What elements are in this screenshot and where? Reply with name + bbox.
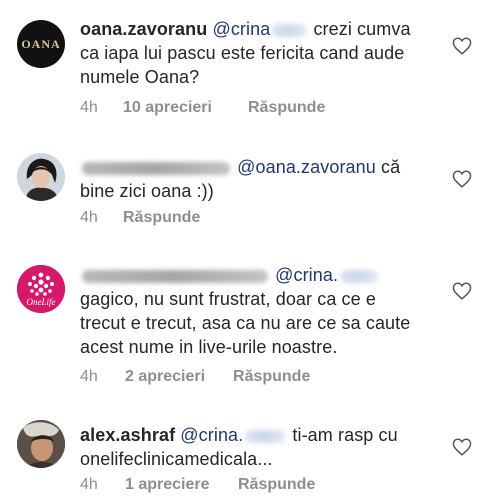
comment-text: alex.ashraf @crina. ti-am rasp cu onelif… — [80, 423, 440, 471]
avatar[interactable]: OneLife — [17, 265, 65, 313]
redacted-blur — [245, 429, 286, 443]
comment-body: gagico, nu sunt frustrat, doar ca ce e — [80, 289, 376, 309]
comment-body: trecut e trecut, asa ca nu are ce sa cau… — [80, 313, 411, 333]
heart-icon[interactable] — [452, 170, 472, 188]
comment-time: 4h — [80, 368, 98, 385]
avatar[interactable] — [17, 153, 65, 201]
comment-body: că — [380, 157, 401, 177]
likes-count[interactable]: 2 aprecieri — [125, 368, 205, 386]
comment-username[interactable]: oana.zavoranu — [80, 19, 207, 39]
comment-text: oana.zavoranu @crina crezi cumva ca iapa… — [80, 17, 440, 89]
comment-mention[interactable]: @crina. — [180, 425, 243, 445]
reply-button[interactable]: Răspunde — [248, 99, 325, 117]
reply-button[interactable]: Răspunde — [123, 209, 200, 227]
avatar[interactable] — [17, 420, 65, 468]
comment-body: numele Oana? — [80, 67, 200, 87]
comment-body: acest nume in live-urile noastre. — [80, 337, 338, 357]
redacted-blur — [340, 269, 379, 283]
comment-mention[interactable]: @crina. — [275, 265, 338, 285]
comment-mention[interactable]: @crina — [212, 19, 270, 39]
redacted-blur — [272, 23, 307, 37]
reply-button[interactable]: Răspunde — [238, 476, 315, 494]
heart-icon[interactable] — [452, 282, 472, 300]
comment-username[interactable]: alex.ashraf — [80, 425, 175, 445]
comment-body: ca iapa lui pascu este fericita cand aud… — [80, 43, 405, 63]
avatar[interactable]: OANA — [17, 20, 65, 68]
comment-text: @crina. gagico, nu sunt frustrat, doar c… — [80, 263, 440, 359]
comment-time: 4h — [80, 209, 98, 226]
avatar-logo-text: OneLife — [26, 297, 56, 307]
likes-count[interactable]: 10 aprecieri — [123, 99, 212, 117]
comment-time: 4h — [80, 99, 98, 116]
redacted-blur — [82, 161, 230, 175]
avatar-photo — [17, 153, 65, 201]
reply-button[interactable]: Răspunde — [233, 368, 310, 386]
heart-icon[interactable] — [452, 438, 472, 456]
avatar-photo — [17, 420, 65, 468]
comment-body: crezi cumva — [313, 19, 411, 39]
avatar-logo-text: OANA — [21, 37, 61, 51]
comment-body: ti-am rasp cu — [292, 425, 398, 445]
heart-icon[interactable] — [452, 37, 472, 55]
comment-mention[interactable]: @oana.zavoranu — [237, 157, 376, 177]
comment-text: @oana.zavoranu că bine zici oana :)) — [80, 155, 440, 203]
redacted-blur — [82, 269, 268, 283]
comment-body: bine zici oana :)) — [80, 181, 214, 201]
comment-body: onelifeclinicamedicala... — [80, 449, 273, 469]
likes-count[interactable]: 1 apreciere — [125, 476, 210, 494]
comment-time: 4h — [80, 476, 98, 493]
